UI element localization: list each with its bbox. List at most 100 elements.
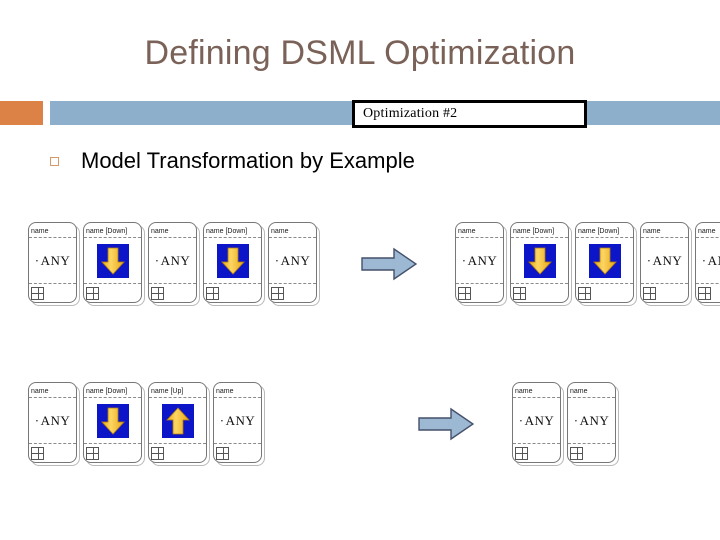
node-box[interactable]: name [Up] <box>148 382 210 466</box>
node-footer <box>513 444 560 462</box>
grid-2x2-icon <box>151 446 164 460</box>
page-title: Defining DSML Optimization <box>144 34 576 72</box>
grid-2x2-icon <box>643 286 656 300</box>
node-header-label: name [Down] <box>84 223 141 238</box>
node-content: ANY <box>456 238 503 284</box>
arrow-down-icon <box>96 243 129 278</box>
node-header-label: name <box>214 383 261 398</box>
node-header-label: name <box>269 223 316 238</box>
node-box[interactable]: name ANY <box>213 382 265 466</box>
grid-2x2-icon <box>31 446 44 460</box>
node-value-label: ANY <box>574 413 610 429</box>
right-block-arrow-icon-2 <box>418 407 474 441</box>
node-value-label: ANY <box>519 413 555 429</box>
node-content <box>576 238 633 284</box>
node-footer <box>511 284 568 302</box>
node-header-label: name <box>641 223 688 238</box>
node-header-label: name [Up] <box>149 383 206 398</box>
node-header-label: name [Down] <box>84 383 141 398</box>
node-content <box>204 238 261 284</box>
grid-2x2-icon <box>458 286 471 300</box>
grid-2x2-icon <box>570 446 583 460</box>
node-box-body: name ANY <box>455 222 504 303</box>
node-box[interactable]: name [Down] <box>83 382 145 466</box>
node-footer <box>568 444 615 462</box>
node-box[interactable]: name ANY <box>567 382 619 466</box>
arrow-up-icon <box>161 403 194 438</box>
node-header-label: name <box>29 223 76 238</box>
node-box-body: name ANY <box>213 382 262 463</box>
node-box[interactable]: name ANY <box>695 222 720 306</box>
node-box[interactable]: name [Down] <box>510 222 572 306</box>
node-content <box>84 398 141 444</box>
node-footer <box>641 284 688 302</box>
node-box[interactable]: name ANY <box>268 222 320 306</box>
node-value-label: ANY <box>155 253 191 269</box>
node-box[interactable]: name [Down] <box>203 222 265 306</box>
right-block-arrow-icon-1 <box>361 247 417 281</box>
node-box-body: name ANY <box>567 382 616 463</box>
node-box[interactable]: name ANY <box>148 222 200 306</box>
node-box-body: name ANY <box>512 382 561 463</box>
grid-2x2-icon <box>216 446 229 460</box>
node-box[interactable]: name ANY <box>512 382 564 466</box>
node-header-label: name [Down] <box>511 223 568 238</box>
node-footer <box>204 284 261 302</box>
node-value-label: ANY <box>702 253 720 269</box>
grid-2x2-icon <box>206 286 219 300</box>
node-box[interactable]: name [Down] <box>575 222 637 306</box>
node-value-label: ANY <box>220 413 256 429</box>
node-box[interactable]: name ANY <box>28 382 80 466</box>
transformation-rule-row-2: name ANY name [Down] name [Up] name ANY name A… <box>28 382 622 466</box>
node-header-label: name <box>696 223 720 238</box>
hollow-square-bullet-icon <box>50 156 59 166</box>
node-value-label: ANY <box>647 253 683 269</box>
node-box-body: name [Down] <box>203 222 262 303</box>
transformation-rule-row-1: name ANY name [Down] name ANY name [Down] name… <box>28 222 720 306</box>
grid-2x2-icon <box>31 286 44 300</box>
node-content <box>149 398 206 444</box>
node-box-body: name ANY <box>148 222 197 303</box>
node-box-body: name [Down] <box>575 222 634 303</box>
node-value-label: ANY <box>35 253 71 269</box>
node-header-label: name <box>29 383 76 398</box>
node-footer <box>149 284 196 302</box>
rule-2-rhs-group: name ANY name ANY <box>512 382 622 466</box>
node-header-label: name <box>513 383 560 398</box>
node-content: ANY <box>29 398 76 444</box>
node-header-label: name [Down] <box>204 223 261 238</box>
node-box[interactable]: name ANY <box>455 222 507 306</box>
node-box[interactable]: name ANY <box>28 222 80 306</box>
grid-2x2-icon <box>698 286 711 300</box>
node-footer <box>84 284 141 302</box>
arrow-down-icon <box>216 243 249 278</box>
node-header-label: name <box>456 223 503 238</box>
grid-2x2-icon <box>513 286 526 300</box>
callout-label: Optimization #2 <box>363 106 458 121</box>
bullet-item: Model Transformation by Example <box>50 148 415 174</box>
node-footer <box>149 444 206 462</box>
node-content: ANY <box>269 238 316 284</box>
node-footer <box>84 444 141 462</box>
node-content: ANY <box>29 238 76 284</box>
band-accent-orange <box>0 101 43 125</box>
bullet-item-label: Model Transformation by Example <box>81 148 415 173</box>
node-value-label: ANY <box>462 253 498 269</box>
node-box-body: name [Down] <box>83 382 142 463</box>
node-footer <box>214 444 261 462</box>
grid-2x2-icon <box>151 286 164 300</box>
node-content: ANY <box>149 238 196 284</box>
node-box[interactable]: name ANY <box>640 222 692 306</box>
grid-2x2-icon <box>578 286 591 300</box>
grid-2x2-icon <box>86 446 99 460</box>
node-box-body: name [Down] <box>510 222 569 303</box>
node-content <box>84 238 141 284</box>
node-box-body: name ANY <box>28 382 77 463</box>
node-content: ANY <box>641 238 688 284</box>
node-box[interactable]: name [Down] <box>83 222 145 306</box>
rule-1-rhs-group: nameANYname [Down]name [Down]nameANYname… <box>455 222 720 306</box>
rule-2-lhs-group: name ANY name [Down] name [Up] name ANY <box>28 382 268 466</box>
node-header-label: name <box>149 223 196 238</box>
node-footer <box>269 284 316 302</box>
node-footer <box>29 444 76 462</box>
